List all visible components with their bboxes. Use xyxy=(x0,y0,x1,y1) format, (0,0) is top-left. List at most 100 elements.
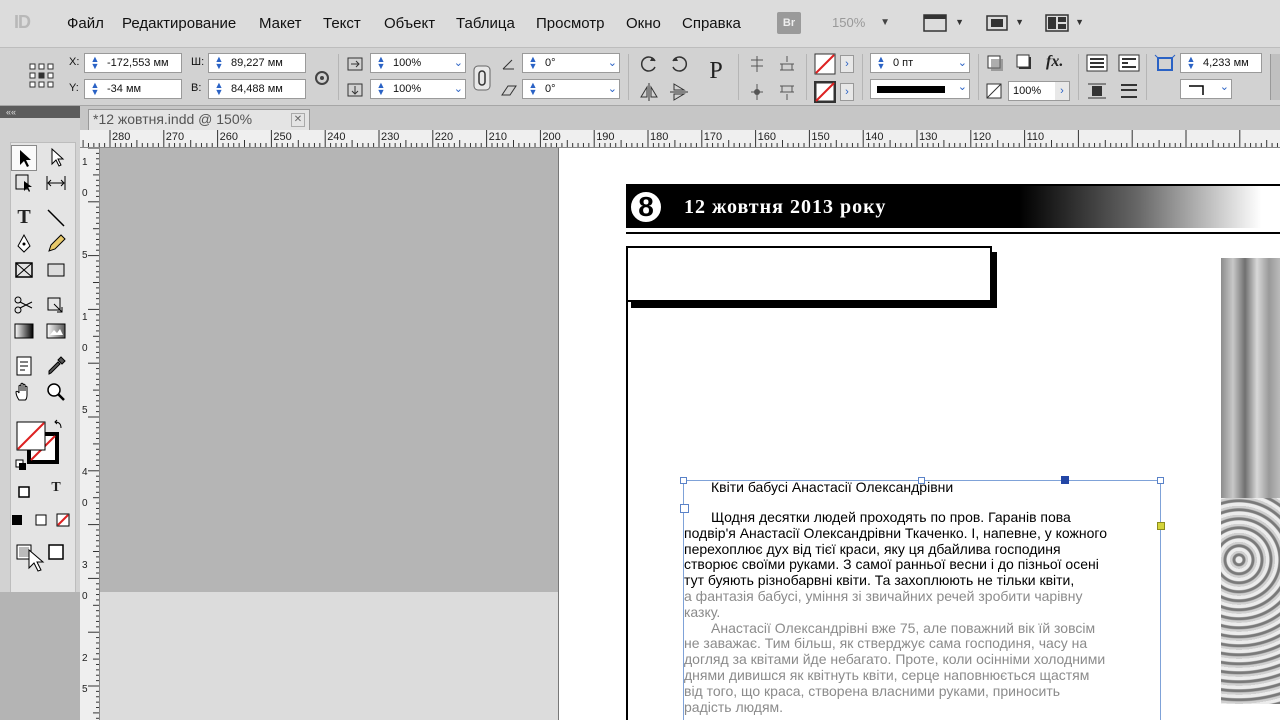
spin-arrows-icon[interactable]: ▲ ▼ xyxy=(874,55,888,71)
document-tab[interactable]: *12 жовтня.indd @ 150% ✕ xyxy=(88,109,310,130)
text-wrap-shape-icon[interactable] xyxy=(1086,82,1108,100)
effects-fx-button[interactable]: fx. xyxy=(1046,53,1063,71)
height-field[interactable]: ▲ ▼ 84,488 мм xyxy=(208,79,306,99)
hand-tool-icon[interactable] xyxy=(11,380,37,406)
drop-shadow-icon[interactable] xyxy=(986,54,1006,74)
text-wrap-box-icon[interactable] xyxy=(1118,54,1140,72)
spin-arrows-icon[interactable]: ▲ ▼ xyxy=(526,81,540,97)
selection-tool-icon[interactable] xyxy=(11,145,37,171)
spin-arrows-icon[interactable]: ▲ ▼ xyxy=(526,55,540,71)
zoom-level-select[interactable]: 150% ▼ xyxy=(822,12,894,34)
fill-stroke-swatches[interactable] xyxy=(11,416,69,474)
stroke-menu-button[interactable]: › xyxy=(840,83,854,101)
rotate-cw-icon[interactable] xyxy=(638,53,660,75)
x-position-field[interactable]: ▲ ▼ -172,553 мм xyxy=(84,53,182,73)
scissors-tool-icon[interactable] xyxy=(11,293,37,319)
flip-vertical-icon[interactable] xyxy=(668,81,690,103)
stroke-type-select[interactable]: ⌄ xyxy=(870,79,970,99)
pen-tool-icon[interactable] xyxy=(11,232,37,258)
horizontal-ruler[interactable]: 280 270 260 250 240 230 220 210 200 190 180 170 160 1… xyxy=(80,130,1280,148)
close-icon[interactable]: ✕ xyxy=(291,113,305,127)
chevron-down-icon[interactable]: ⌄ xyxy=(958,54,967,72)
issue-date[interactable]: 12 жовтня 2013 року xyxy=(684,196,886,219)
reference-point-icon[interactable] xyxy=(28,62,56,90)
menu-object[interactable]: Объект xyxy=(384,15,435,32)
zoom-tool-icon[interactable] xyxy=(43,380,69,406)
corner-shape-select[interactable]: ⌄ xyxy=(1180,79,1232,99)
tools-panel-header[interactable]: «« xyxy=(0,106,80,118)
spin-arrows-icon[interactable]: ▲ ▼ xyxy=(212,55,226,71)
pasteboard-lower[interactable] xyxy=(100,592,558,720)
frame-handle[interactable] xyxy=(1157,477,1164,484)
spin-arrows-icon[interactable]: ▲ ▼ xyxy=(374,55,388,71)
chevron-down-icon[interactable]: ⌄ xyxy=(608,54,617,72)
page-tool-icon[interactable] xyxy=(11,171,37,197)
chevron-down-icon[interactable]: ⌄ xyxy=(454,54,463,72)
arrange-documents-button[interactable]: ▼ xyxy=(1044,13,1084,33)
spin-arrows-icon[interactable]: ▲ ▼ xyxy=(212,81,226,97)
rectangle-tool-icon[interactable] xyxy=(43,258,69,284)
scale-y-field[interactable]: ▲ ▼ 100% ⌄ xyxy=(370,79,466,99)
menu-table[interactable]: Таблица xyxy=(456,15,515,32)
frame-handle[interactable] xyxy=(680,477,687,484)
fill-menu-button[interactable]: › xyxy=(840,55,854,73)
link-scale-icon[interactable] xyxy=(472,64,492,92)
opacity-menu-icon[interactable]: › xyxy=(1055,82,1069,100)
bridge-button[interactable]: Br xyxy=(777,12,801,34)
select-next-icon[interactable] xyxy=(776,54,798,74)
effects-shadow-icon[interactable] xyxy=(1016,54,1036,74)
preview-mode-icon[interactable] xyxy=(43,540,69,566)
select-content-icon[interactable] xyxy=(746,82,768,102)
free-transform-tool-icon[interactable] xyxy=(43,293,69,319)
rectangle-frame-tool-icon[interactable] xyxy=(11,258,37,284)
vertical-ruler[interactable]: 105105403025 xyxy=(80,148,100,720)
page-number[interactable]: 8 xyxy=(628,189,664,225)
shear-field[interactable]: ▲ ▼ 0° ⌄ xyxy=(522,79,620,99)
menu-layout[interactable]: Макет xyxy=(259,15,301,32)
panel-scroll-arrow[interactable] xyxy=(1270,54,1280,100)
title-frame[interactable] xyxy=(626,246,992,302)
flowers-photo[interactable] xyxy=(1221,258,1280,704)
stroke-none-swatch-icon[interactable] xyxy=(814,81,836,103)
spin-arrows-icon[interactable]: ▲ ▼ xyxy=(374,81,388,97)
text-wrap-jump-icon[interactable] xyxy=(1118,82,1140,100)
p-reference-icon[interactable]: P xyxy=(702,58,730,92)
menu-edit[interactable]: Редактирование xyxy=(122,15,236,32)
formatting-container-icon[interactable] xyxy=(11,480,37,506)
formatting-text-icon[interactable]: T xyxy=(43,480,69,506)
pasteboard[interactable] xyxy=(100,148,558,592)
chevron-down-icon[interactable]: ⌄ xyxy=(608,80,617,98)
text-wrap-none-icon[interactable] xyxy=(1086,54,1108,72)
note-tool-icon[interactable] xyxy=(11,354,37,380)
flip-horizontal-icon[interactable] xyxy=(638,81,660,103)
menu-type[interactable]: Текст xyxy=(323,15,361,32)
gap-tool-icon[interactable] xyxy=(43,171,69,197)
pencil-tool-icon[interactable] xyxy=(43,232,69,258)
type-tool-icon[interactable]: T xyxy=(11,206,37,232)
spin-arrows-icon[interactable]: ▲ ▼ xyxy=(1184,55,1198,71)
y-position-field[interactable]: ▲ ▼ -34 мм xyxy=(84,79,182,99)
direct-selection-tool-icon[interactable] xyxy=(43,145,69,171)
rotate-ccw-icon[interactable] xyxy=(668,53,690,75)
document-page[interactable]: 8 12 жовтня 2013 року Квіти бабусі Анаст… xyxy=(558,148,1280,720)
chevron-down-icon[interactable]: ⌄ xyxy=(454,80,463,98)
select-container-icon[interactable] xyxy=(746,54,768,74)
anchored-object-handle[interactable] xyxy=(1061,476,1069,484)
eyedropper-tool-icon[interactable] xyxy=(43,354,69,380)
stroke-weight-field[interactable]: ▲ ▼ 0 пт ⌄ xyxy=(870,53,970,73)
line-tool-icon[interactable] xyxy=(43,206,69,232)
opacity-field[interactable]: 100% › xyxy=(1008,81,1070,101)
width-field[interactable]: ▲ ▼ 89,227 мм xyxy=(208,53,306,73)
scale-x-field[interactable]: ▲ ▼ 100% ⌄ xyxy=(370,53,466,73)
view-options-button[interactable]: ▼ xyxy=(922,13,964,33)
apply-none-icon[interactable] xyxy=(50,508,76,534)
menu-window[interactable]: Окно xyxy=(626,15,661,32)
select-previous-icon[interactable] xyxy=(776,82,798,102)
gradient-feather-tool-icon[interactable] xyxy=(43,319,69,345)
rotation-field[interactable]: ▲ ▼ 0° ⌄ xyxy=(522,53,620,73)
apply-color-icon[interactable] xyxy=(4,508,30,534)
gradient-swatch-tool-icon[interactable] xyxy=(11,319,37,345)
menu-file[interactable]: Файл xyxy=(67,15,104,32)
menu-help[interactable]: Справка xyxy=(682,15,741,32)
corner-size-field[interactable]: ▲ ▼ 4,233 мм xyxy=(1180,53,1262,73)
